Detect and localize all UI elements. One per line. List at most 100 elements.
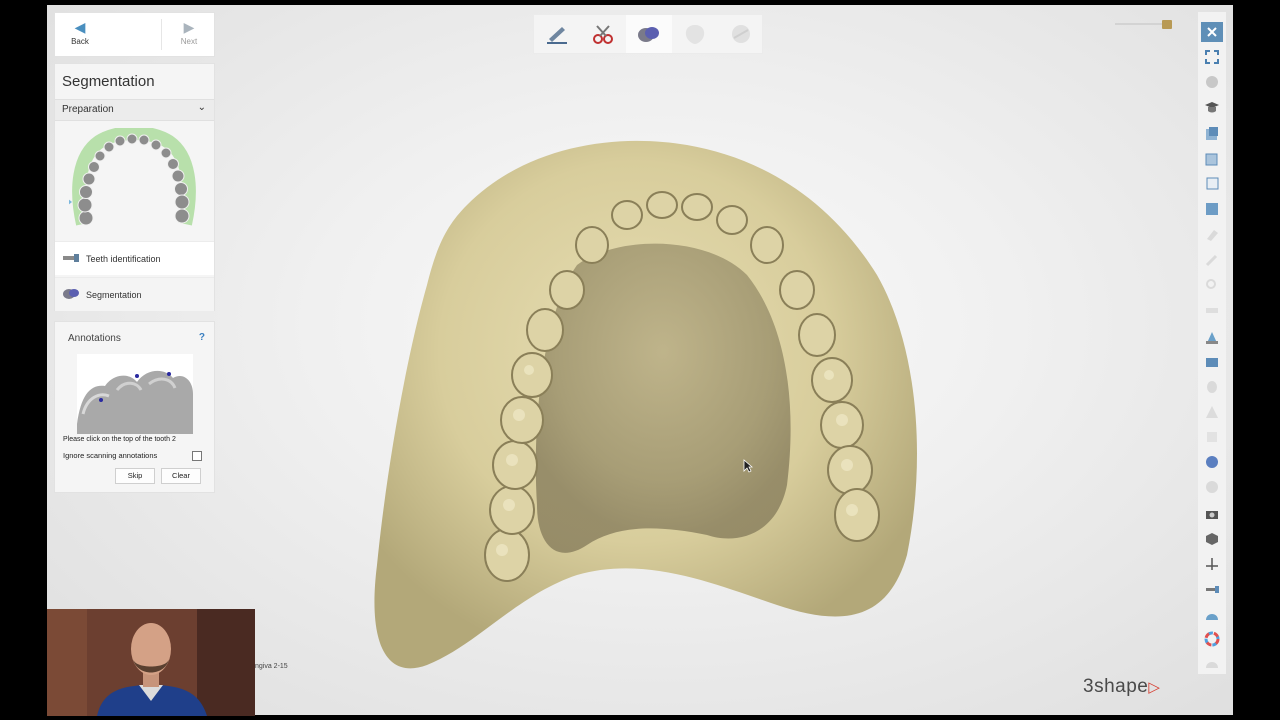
segmentation-icon [63, 289, 79, 299]
brand-logo: 3shape▷ [1083, 676, 1160, 698]
fullscreen-icon [1205, 50, 1219, 64]
next-label: Next [180, 37, 198, 46]
brand-name: 3shape [1083, 676, 1149, 697]
brush-icon [1205, 254, 1218, 267]
segmentation-step-button[interactable] [626, 15, 672, 53]
axis-icon [1206, 558, 1218, 570]
close-button[interactable] [1201, 22, 1223, 42]
color-wheel-icon [1204, 631, 1220, 647]
edit-step-button[interactable] [534, 15, 580, 53]
step-segmentation[interactable]: Segmentation [55, 277, 214, 311]
finish-step-button[interactable] [718, 15, 764, 53]
arrow-left-icon: ◀ [74, 19, 86, 35]
scissors-icon [593, 25, 613, 44]
view-left-button[interactable] [1201, 174, 1223, 194]
view-toolbar [1198, 12, 1226, 674]
disabled-tool-button[interactable] [1201, 477, 1223, 497]
dental-arch-thumbnail[interactable] [69, 128, 199, 232]
triangle-icon: ▷ [1148, 679, 1161, 696]
axis-tool-button[interactable] [1201, 554, 1223, 574]
clear-button[interactable]: Clear [161, 468, 201, 484]
oval-icon [1207, 381, 1217, 393]
disabled-tool-button[interactable] [1201, 402, 1223, 422]
chevron-down-icon: ⌄ [197, 102, 206, 113]
heart-icon [1206, 456, 1218, 468]
cube-icon [1206, 533, 1218, 545]
mouse-cursor-icon [743, 459, 753, 473]
edit-icon [547, 27, 567, 44]
divider [161, 19, 162, 50]
cube-view-icon [1206, 203, 1218, 215]
disabled-tool-button[interactable] [1201, 225, 1223, 245]
section-tool-button[interactable] [1201, 605, 1223, 625]
eraser-icon [1207, 230, 1218, 241]
annotation-preview-image [77, 354, 193, 434]
sphere-icon [1206, 76, 1218, 88]
back-button[interactable]: ◀ Back [55, 13, 105, 56]
scanner-tool-button[interactable] [1201, 579, 1223, 599]
arrow-right-icon: ▶ [183, 19, 195, 35]
color-wheel-button[interactable] [1201, 629, 1223, 649]
blob-icon [1206, 481, 1218, 493]
ignore-annotations-checkbox[interactable] [192, 451, 202, 461]
segmentation-panel: Segmentation Preparation ⌄ Teeth identif… [54, 63, 215, 311]
next-button[interactable]: ▶ Next [164, 13, 214, 56]
disabled-tool-button[interactable] [1201, 654, 1223, 674]
view-right-button[interactable] [1201, 199, 1223, 219]
shield-icon [685, 25, 705, 44]
workflow-toolbar [533, 14, 763, 54]
color-tool-button[interactable] [1201, 452, 1223, 472]
transparency-slider[interactable] [1115, 23, 1163, 25]
scanner-icon [63, 254, 79, 262]
step-teeth-identification[interactable]: Teeth identification [55, 241, 214, 275]
dental-model-view[interactable] [317, 125, 937, 685]
segmentation-icon [638, 27, 659, 42]
preparation-dropdown[interactable]: Preparation ⌄ [55, 99, 214, 121]
zoom-icon [1206, 279, 1216, 289]
annotations-panel: Annotations ? Please click on the top of… [54, 321, 215, 493]
design-step-button[interactable] [672, 15, 718, 53]
camera-icon [1206, 511, 1218, 519]
model-box-icon [1206, 358, 1218, 367]
trim-step-button[interactable] [580, 15, 626, 53]
dropdown-value: Preparation [62, 104, 114, 115]
rotate-view-button[interactable] [1201, 72, 1223, 92]
triangle-icon [1206, 406, 1218, 418]
tooth-tool-button[interactable] [1201, 327, 1223, 347]
tutorial-button[interactable] [1201, 97, 1223, 117]
disabled-tool-button[interactable] [1201, 377, 1223, 397]
cube-tool-button[interactable] [1201, 529, 1223, 549]
sphere-icon [732, 25, 750, 43]
disabled-tool-button[interactable] [1201, 300, 1223, 320]
disabled-tool-button[interactable] [1201, 427, 1223, 447]
arch-section-icon [1206, 614, 1218, 620]
dome-icon [1206, 662, 1218, 668]
cube-view-icon [1206, 177, 1219, 190]
graduation-cap-icon [1205, 102, 1219, 113]
disabled-tool-button[interactable] [1201, 275, 1223, 295]
skip-button[interactable]: Skip [115, 468, 155, 484]
view-back-button[interactable] [1201, 149, 1223, 169]
annotation-instruction: Please click on the top of the tooth 2 [63, 436, 176, 443]
layer-icon [1206, 308, 1218, 313]
ignore-annotations-label: Ignore scanning annotations [63, 451, 158, 460]
model-tool-button[interactable] [1201, 352, 1223, 372]
fullscreen-button[interactable] [1201, 47, 1223, 67]
square-icon [1207, 432, 1217, 442]
panel-title: Segmentation [62, 73, 155, 90]
scanner-icon [1206, 586, 1219, 593]
step-label: Segmentation [86, 290, 142, 300]
help-icon[interactable]: ? [199, 332, 205, 343]
step-label: Teeth identification [86, 254, 161, 264]
panel-title: Annotations [68, 333, 121, 344]
view-front-button[interactable] [1201, 124, 1223, 144]
back-label: Back [71, 37, 89, 46]
close-icon [1207, 27, 1217, 37]
tooth-model-icon [1206, 332, 1218, 344]
status-text: ngiva 2-15 [255, 663, 288, 670]
wizard-navigation: ◀ Back ▶ Next [54, 12, 215, 57]
disabled-tool-button[interactable] [1201, 250, 1223, 270]
cube-view-icon [1205, 153, 1218, 166]
slider-handle[interactable] [1162, 20, 1172, 29]
camera-tool-button[interactable] [1201, 504, 1223, 524]
